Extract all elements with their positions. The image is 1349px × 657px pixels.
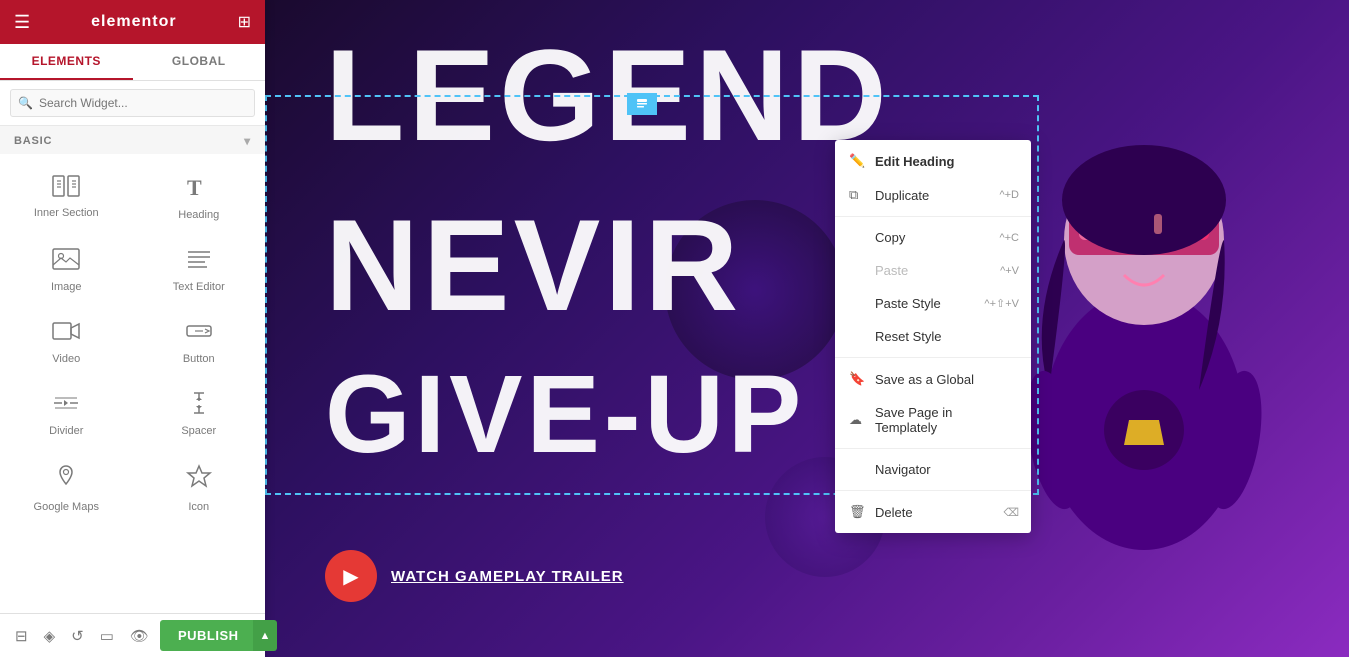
widget-divider[interactable]: Divider — [0, 376, 133, 448]
widget-heading[interactable]: T Heading — [133, 158, 266, 232]
context-menu-paste[interactable]: Paste ^+V — [835, 254, 1031, 287]
bottom-toolbar: ⊟ ◈ ↺ ▭ 👁 PUBLISH ▲ — [0, 613, 265, 657]
ctx-reset-style-label: Reset Style — [875, 329, 941, 344]
ctx-divider-4 — [835, 490, 1031, 491]
widgets-grid: Inner Section T Heading — [0, 154, 265, 528]
canvas-legend-text: LEGEND — [325, 30, 891, 160]
elementor-logo: elementor — [91, 13, 176, 31]
ctx-paste-label: Paste — [875, 263, 908, 278]
ctx-copy-shortcut: ^+C — [999, 232, 1019, 244]
play-button[interactable]: ▶ — [325, 550, 377, 602]
search-icon: 🔍 — [18, 96, 33, 110]
widget-button[interactable]: Button — [133, 304, 266, 376]
sidebar-header: ☰ elementor ⊞ — [0, 0, 265, 44]
edit-handle[interactable] — [627, 93, 657, 115]
svg-text:T: T — [187, 175, 202, 199]
widget-icon[interactable]: Icon — [133, 448, 266, 524]
context-menu-save-global[interactable]: 🔖 Save as a Global — [835, 362, 1031, 396]
preview-icon[interactable]: 👁 — [125, 623, 154, 649]
pencil-icon: ✏️ — [849, 153, 865, 169]
widget-button-label: Button — [183, 353, 215, 365]
widget-divider-label: Divider — [49, 425, 83, 437]
ctx-divider-1 — [835, 216, 1031, 217]
basic-section-header[interactable]: BASIC ▾ — [0, 126, 265, 154]
ctx-duplicate-shortcut: ^+D — [999, 189, 1019, 201]
ctx-save-global-label: Save as a Global — [875, 372, 974, 387]
canvas-giveup-text: GIVE-UP — [325, 360, 805, 470]
duplicate-icon: ⧉ — [849, 187, 865, 203]
widget-icon-label: Icon — [188, 501, 209, 513]
widget-spacer[interactable]: Spacer — [133, 376, 266, 448]
grid-icon[interactable]: ⊞ — [238, 12, 251, 32]
publish-button[interactable]: PUBLISH — [160, 620, 257, 651]
ctx-duplicate-label: Duplicate — [875, 188, 929, 203]
context-menu-paste-style[interactable]: Paste Style ^+⇧+V — [835, 287, 1031, 320]
widget-text-editor-label: Text Editor — [173, 281, 225, 293]
text-editor-icon — [185, 247, 213, 275]
ctx-save-templately-label: Save Page in Templately — [875, 405, 1017, 435]
cloud-icon: ☁ — [849, 412, 865, 428]
divider-icon — [52, 391, 80, 419]
sidebar-tabs: ELEMENTS GLOBAL — [0, 44, 265, 81]
canvas-watch-bar[interactable]: ▶ WATCH GAMEPLAY TRAILER — [325, 550, 624, 602]
layers-icon[interactable]: ⊟ — [10, 623, 33, 649]
ctx-navigator-label: Navigator — [875, 462, 931, 477]
publish-dropdown-button[interactable]: ▲ — [253, 620, 278, 651]
basic-section-label: BASIC — [14, 135, 52, 147]
widget-video[interactable]: Video — [0, 304, 133, 376]
widget-video-label: Video — [52, 353, 80, 365]
ctx-delete-label: Delete — [875, 505, 913, 520]
search-input[interactable] — [10, 89, 255, 117]
ctx-divider-2 — [835, 357, 1031, 358]
heading-icon: T — [185, 173, 213, 203]
watch-gameplay-label: WATCH GAMEPLAY TRAILER — [391, 568, 624, 585]
context-menu-delete[interactable]: 🗑 Delete ⌫ — [835, 495, 1031, 529]
canvas-area: LEGEND NEVIR GIVE-UP ▶ WATCH GAMEPLAY TR… — [265, 0, 1349, 657]
context-menu-reset-style[interactable]: Reset Style — [835, 320, 1031, 353]
inner-section-icon — [52, 175, 80, 201]
icon-widget-icon — [185, 463, 213, 495]
context-menu-duplicate[interactable]: ⧉ Duplicate ^+D — [835, 178, 1031, 212]
widget-text-editor[interactable]: Text Editor — [133, 232, 266, 304]
ctx-paste-style-label: Paste Style — [875, 296, 941, 311]
widget-spacer-label: Spacer — [181, 425, 216, 437]
canvas-never-text: NEVIR — [325, 200, 742, 330]
widget-heading-label: Heading — [178, 209, 219, 221]
history-icon[interactable]: ↺ — [66, 623, 89, 649]
spacer-icon — [185, 391, 213, 419]
widget-google-maps[interactable]: Google Maps — [0, 448, 133, 524]
widget-image[interactable]: Image — [0, 232, 133, 304]
tab-elements[interactable]: ELEMENTS — [0, 44, 133, 80]
image-icon — [52, 247, 80, 275]
context-menu: ✏️ Edit Heading ⧉ Duplicate ^+D Copy ^+C… — [835, 140, 1031, 533]
ctx-copy-label: Copy — [875, 230, 905, 245]
tab-global[interactable]: GLOBAL — [133, 44, 266, 80]
context-menu-edit-heading[interactable]: ✏️ Edit Heading — [835, 144, 1031, 178]
trash-icon: 🗑 — [849, 504, 865, 520]
publish-wrap: PUBLISH ▲ — [160, 620, 277, 651]
bookmark-icon: 🔖 — [849, 371, 865, 387]
ctx-edit-heading-label: Edit Heading — [875, 154, 954, 169]
responsive-icon[interactable]: ▭ — [95, 623, 119, 649]
ctx-paste-style-shortcut: ^+⇧+V — [984, 297, 1019, 310]
widget-image-label: Image — [51, 281, 82, 293]
sidebar: ☰ elementor ⊞ ELEMENTS GLOBAL 🔍 BASIC ▾ — [0, 0, 265, 657]
widget-inner-section[interactable]: Inner Section — [0, 158, 133, 232]
ctx-divider-3 — [835, 448, 1031, 449]
context-menu-copy[interactable]: Copy ^+C — [835, 221, 1031, 254]
widget-inner-section-label: Inner Section — [34, 207, 99, 219]
ctx-paste-shortcut: ^+V — [1000, 265, 1019, 277]
basic-section: BASIC ▾ Inner Sec — [0, 126, 265, 532]
chevron-down-icon: ▾ — [244, 134, 251, 148]
hamburger-icon[interactable]: ☰ — [14, 12, 30, 33]
widget-google-maps-label: Google Maps — [34, 501, 99, 513]
context-menu-save-templately[interactable]: ☁ Save Page in Templately — [835, 396, 1031, 444]
context-menu-navigator[interactable]: Navigator — [835, 453, 1031, 486]
search-bar: 🔍 — [0, 81, 265, 126]
google-maps-icon — [52, 463, 80, 495]
video-icon — [52, 319, 80, 347]
button-icon — [185, 319, 213, 347]
ctx-delete-shortcut: ⌫ — [1003, 506, 1019, 519]
widgets-icon[interactable]: ◈ — [39, 623, 61, 649]
